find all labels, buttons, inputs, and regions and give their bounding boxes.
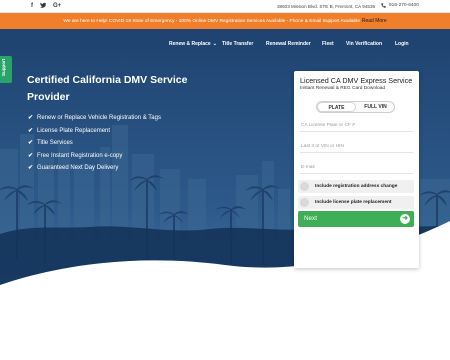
renewal-form-card: Licensed CA DMV Express Service Instant … bbox=[294, 71, 419, 268]
feature-item: ✔ Free Instant Registration e-copy bbox=[28, 150, 161, 163]
arrow-right-icon: ➜ bbox=[400, 214, 410, 224]
next-label: Next bbox=[304, 215, 317, 222]
nav-login[interactable]: Login bbox=[395, 41, 409, 47]
nav-renewal-reminder[interactable]: Renewal Reminder bbox=[266, 41, 311, 47]
support-label: Support bbox=[1, 58, 6, 76]
plate-replacement-option[interactable]: Include license plate replacement bbox=[298, 196, 414, 209]
toggle-plate[interactable]: PLATE bbox=[317, 102, 356, 112]
phone-link[interactable]: 916-270-6400 bbox=[381, 3, 419, 8]
alert-text: We are here to Help! COVID-19 State of E… bbox=[63, 18, 360, 24]
vin-input[interactable] bbox=[300, 141, 413, 153]
address-text: 38603 Mission Blvd. STE B, Fremont, CA 9… bbox=[277, 3, 376, 9]
toggle-full-vin[interactable]: FULL VIN bbox=[356, 102, 395, 112]
support-tab[interactable]: Support bbox=[0, 56, 12, 83]
twitter-icon[interactable] bbox=[40, 2, 46, 11]
social-links: f G+ bbox=[31, 2, 61, 11]
plate-input[interactable] bbox=[300, 120, 413, 132]
email-input[interactable] bbox=[300, 162, 413, 174]
radio-button[interactable] bbox=[300, 198, 309, 207]
phone-number: 916-270-6400 bbox=[389, 3, 419, 8]
form-subtitle: Instant Renewal & REG Card Download bbox=[300, 85, 386, 91]
facebook-icon[interactable]: f bbox=[31, 2, 33, 11]
nav-fleet[interactable]: Fleet bbox=[322, 41, 334, 47]
checkmark-icon: ✔ bbox=[28, 152, 34, 159]
feature-item: ✔ Renew or Replace Vehicle Registration &… bbox=[28, 112, 161, 125]
read-more-link[interactable]: Read More bbox=[362, 18, 387, 24]
nav-vin-verification[interactable]: Vin Verification bbox=[346, 41, 382, 47]
hero-title: Certified California DMV Service Provide… bbox=[27, 74, 188, 103]
covid-alert-bar: We are here to Help! COVID-19 State of E… bbox=[0, 13, 450, 29]
main-nav: Renew & Replace ⌄ Title Transfer Renewal … bbox=[0, 41, 450, 51]
feature-list: ✔ Renew or Replace Vehicle Registration &… bbox=[28, 112, 161, 175]
checkmark-icon: ✔ bbox=[28, 127, 34, 134]
form-title: Licensed CA DMV Express Service bbox=[300, 76, 413, 85]
chevron-down-icon: ⌄ bbox=[212, 41, 217, 47]
option-label: Include registration address change bbox=[315, 184, 398, 189]
radio-button[interactable] bbox=[300, 182, 309, 191]
next-button[interactable]: Next ➜ bbox=[298, 211, 414, 227]
feature-item: ✔ Title Services bbox=[28, 137, 161, 150]
google-plus-icon[interactable]: G+ bbox=[53, 2, 61, 11]
feature-item: ✔ Guaranteed Next Day Delivery bbox=[28, 162, 161, 175]
checkmark-icon: ✔ bbox=[28, 140, 34, 146]
checkmark-icon: ✔ bbox=[28, 165, 34, 171]
checkmark-icon: ✔ bbox=[28, 115, 34, 121]
feature-item: ✔ License Plate Replacement bbox=[28, 125, 161, 138]
phone-icon bbox=[381, 3, 386, 8]
address-change-option[interactable]: Include registration address change bbox=[298, 180, 414, 193]
nav-renew-replace[interactable]: Renew & Replace ⌄ bbox=[169, 41, 217, 47]
top-bar: f G+ 38603 Mission Blvd. STE B, Fremont,… bbox=[0, 0, 450, 13]
nav-title-transfer[interactable]: Title Transfer bbox=[222, 41, 253, 47]
plate-vin-toggle: PLATE FULL VIN bbox=[316, 101, 395, 113]
option-label: Include license plate replacement bbox=[315, 200, 392, 205]
